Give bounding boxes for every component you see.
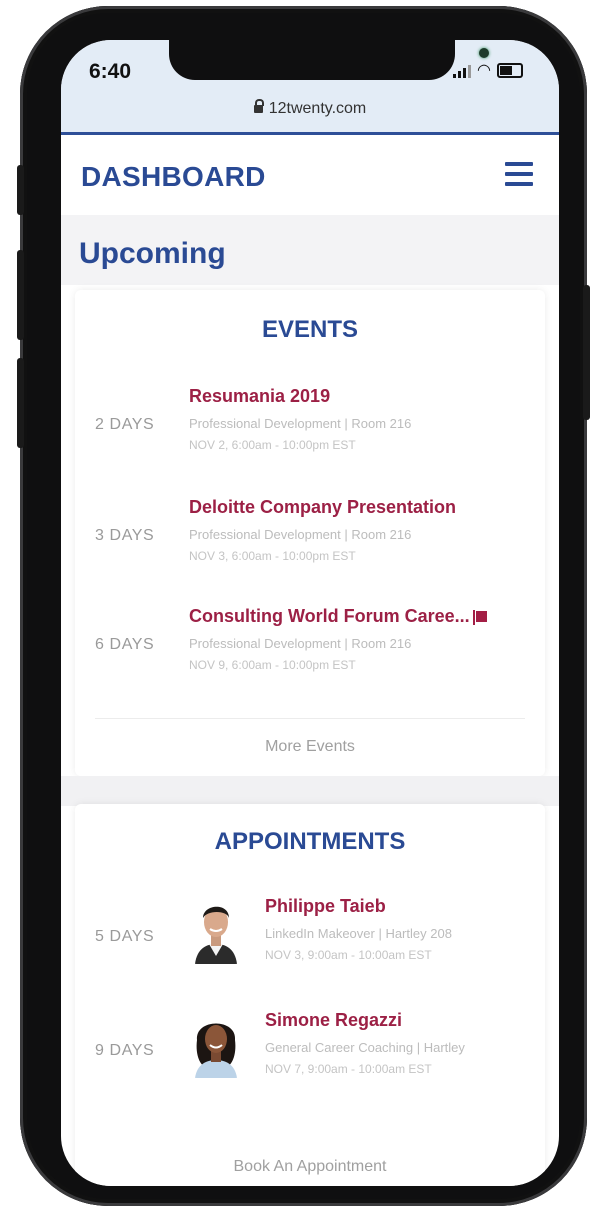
events-card: EVENTS 2 DAYS Resumania 2019 Professiona… xyxy=(75,290,545,776)
flag-icon xyxy=(472,610,487,625)
book-appointment-link[interactable]: Book An Appointment xyxy=(75,1158,545,1176)
event-subtitle: Professional Development | Room 216 xyxy=(189,416,412,431)
appointment-days: 5 DAYS xyxy=(95,928,155,945)
card-gap xyxy=(61,776,559,806)
browser-top-bar: 6:40 ◠ 12twenty.com xyxy=(61,40,559,135)
url-bar[interactable]: 12twenty.com xyxy=(61,99,559,118)
url-text: 12twenty.com xyxy=(268,100,367,117)
appointment-name[interactable]: Simone Regazzi xyxy=(265,1010,402,1031)
event-title[interactable]: Resumania 2019 xyxy=(189,386,330,407)
status-icons: ◠ xyxy=(453,61,523,79)
power-button xyxy=(583,285,590,420)
events-title: EVENTS xyxy=(261,316,359,343)
section-title: Upcoming xyxy=(79,237,226,270)
event-time: NOV 3, 6:00am - 10:00pm EST xyxy=(189,549,356,563)
app-header: DASHBOARD xyxy=(61,135,559,215)
notch xyxy=(169,40,489,80)
wifi-icon: ◠ xyxy=(477,61,491,79)
event-subtitle: Professional Development | Room 216 xyxy=(189,527,412,542)
page-title: DASHBOARD xyxy=(81,161,266,192)
avatar xyxy=(187,1010,245,1078)
appointment-subtitle: General Career Coaching | Hartley xyxy=(265,1040,465,1055)
camera-icon xyxy=(479,48,489,58)
event-title-row[interactable]: Consulting World Forum Caree... xyxy=(189,606,487,627)
appointment-subtitle: LinkedIn Makeover | Hartley 208 xyxy=(265,926,452,941)
event-title[interactable]: Deloitte Company Presentation xyxy=(189,497,456,518)
status-time: 6:40 xyxy=(89,60,132,83)
volume-down-button xyxy=(17,358,24,448)
appointment-days: 9 DAYS xyxy=(95,1042,155,1059)
lock-icon xyxy=(253,99,264,113)
mute-switch xyxy=(17,165,24,215)
event-time: NOV 2, 6:00am - 10:00pm EST xyxy=(189,438,356,452)
hamburger-icon[interactable] xyxy=(505,162,533,186)
appointment-time: NOV 3, 9:00am - 10:00am EST xyxy=(265,948,432,962)
section-header: Upcoming xyxy=(61,215,559,285)
appointment-name[interactable]: Philippe Taieb xyxy=(265,896,386,917)
event-days: 3 DAYS xyxy=(95,527,155,544)
more-events-link[interactable]: More Events xyxy=(75,738,545,756)
battery-icon xyxy=(496,63,523,78)
appointments-card: APPOINTMENTS 5 DAYS Philippe Taieb Linke… xyxy=(75,804,545,1186)
event-time: NOV 9, 6:00am - 10:00pm EST xyxy=(189,658,356,672)
appointments-title: APPOINTMENTS xyxy=(214,828,406,855)
event-days: 2 DAYS xyxy=(95,416,155,433)
event-days: 6 DAYS xyxy=(95,636,155,653)
appointment-time: NOV 7, 9:00am - 10:00am EST xyxy=(265,1062,432,1076)
event-title: Consulting World Forum Caree... xyxy=(189,606,470,626)
avatar xyxy=(187,896,245,964)
signal-icon xyxy=(453,64,471,78)
phone-screen: 6:40 ◠ 12twenty.com DASHBOARD Upcoming E… xyxy=(61,40,559,1186)
event-subtitle: Professional Development | Room 216 xyxy=(189,636,412,651)
volume-up-button xyxy=(17,250,24,340)
divider xyxy=(95,718,525,719)
